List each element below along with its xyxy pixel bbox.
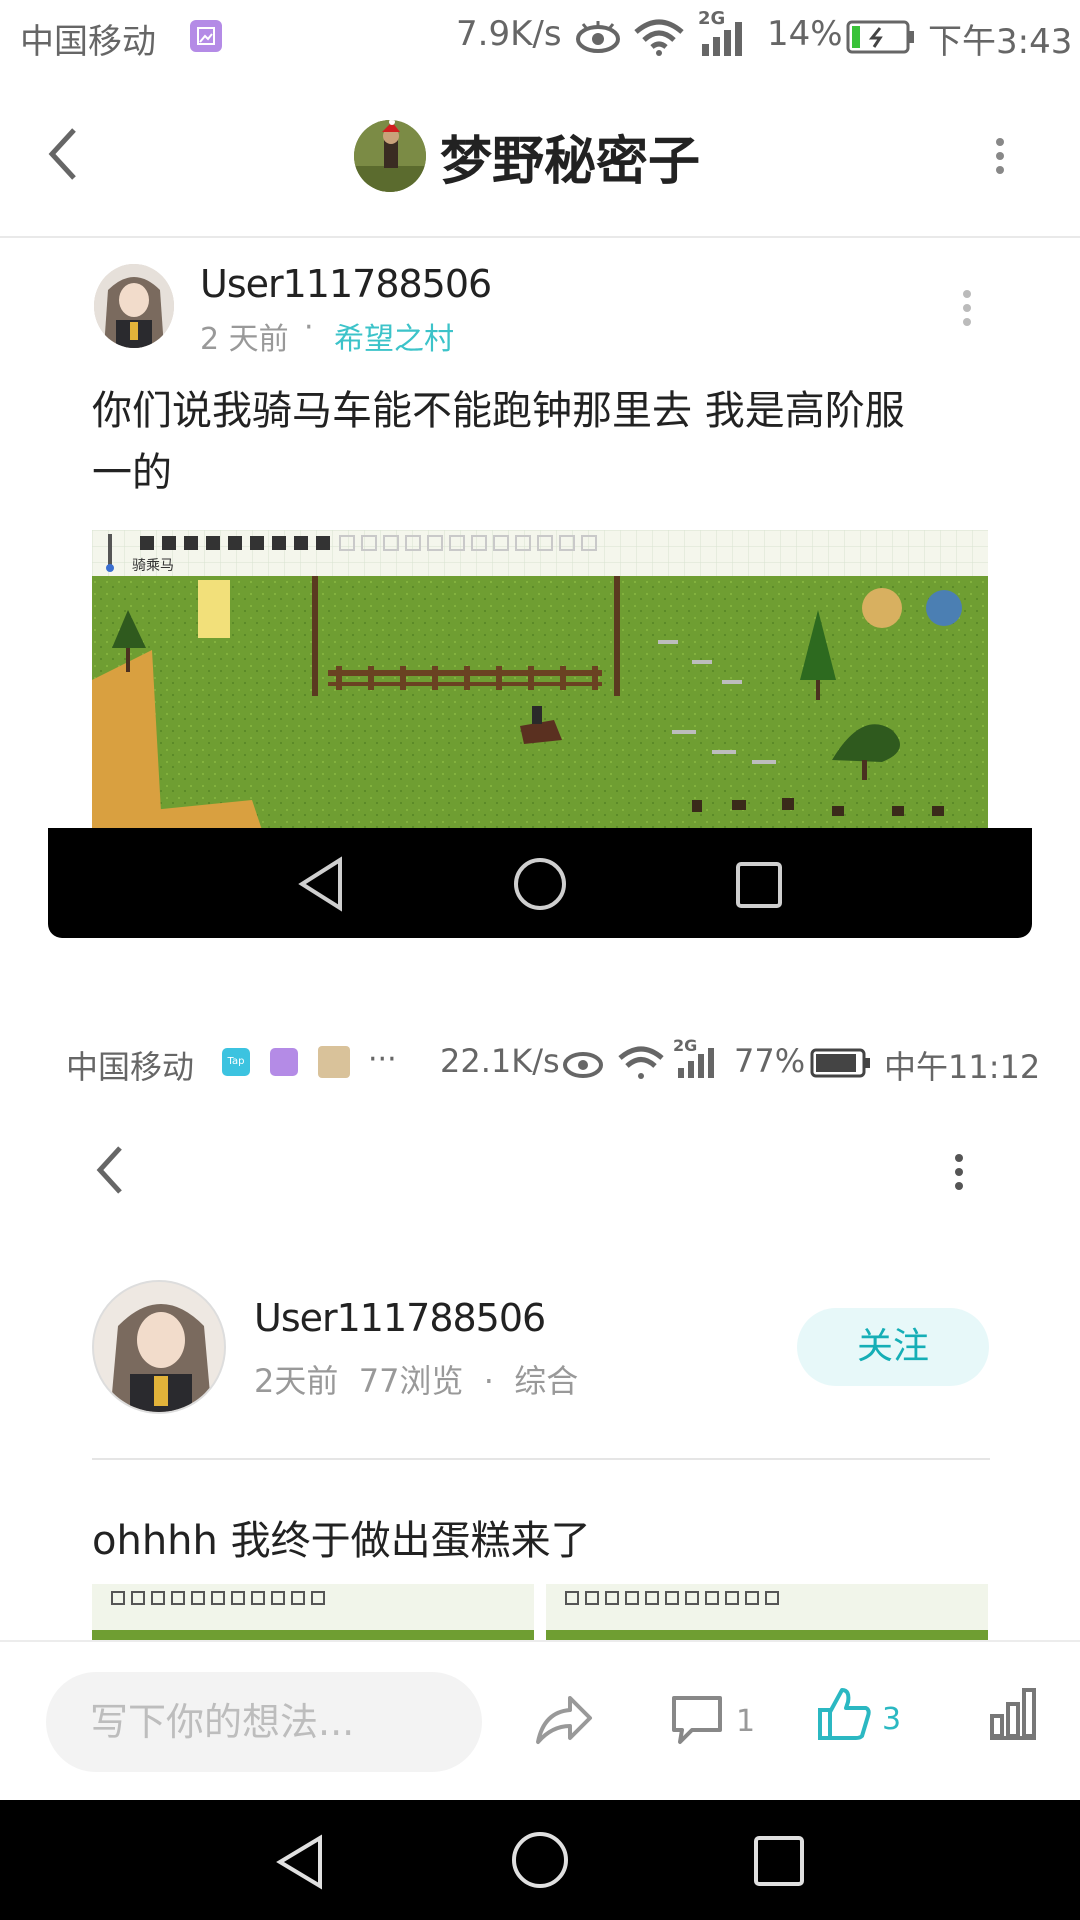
post-image-thumb[interactable] xyxy=(546,1584,988,1640)
share-icon[interactable] xyxy=(534,1694,594,1750)
battery-icon xyxy=(810,1048,872,1082)
post-time: 2 天前 xyxy=(200,322,289,357)
post-meta: 2天前 77浏览 · 综合 xyxy=(254,1362,579,1400)
more-notifications-icon: ··· xyxy=(368,1042,397,1077)
inner-battery-percent: 77% xyxy=(734,1042,806,1080)
comment-input[interactable]: 写下你的想法... xyxy=(46,1672,482,1772)
nav-back-icon[interactable] xyxy=(296,856,346,916)
post-author[interactable]: User111788506 xyxy=(200,262,492,306)
comment-icon[interactable] xyxy=(670,1692,724,1750)
post-image[interactable]: 骑乘马 xyxy=(92,530,988,830)
inner-net-speed: 22.1K/s xyxy=(440,1042,560,1080)
post-text: ohhhh 我终于做出蛋糕来了 xyxy=(92,1518,591,1564)
gallery-icon xyxy=(190,20,222,52)
nav-recents-icon[interactable] xyxy=(734,860,784,914)
back-arrow-icon[interactable] xyxy=(44,126,84,186)
post-text-line-1: 你们说我骑马车能不能跑钟那里去 我是高阶服 xyxy=(92,388,905,434)
stats-icon[interactable] xyxy=(986,1686,1040,1746)
taptap-icon: Tap xyxy=(222,1048,250,1076)
post-more-icon[interactable] xyxy=(958,284,976,332)
post-text-line-2: 一的 xyxy=(92,450,172,496)
more-vertical-icon[interactable] xyxy=(950,1148,968,1196)
nav-recents-icon[interactable] xyxy=(752,1834,806,1892)
nav-back-icon[interactable] xyxy=(272,1832,328,1896)
top-header: 梦野秘密子 xyxy=(0,72,1080,238)
post-topic-tag[interactable]: 希望之村 xyxy=(334,314,454,358)
divider xyxy=(92,1458,990,1460)
back-arrow-icon[interactable] xyxy=(92,1144,128,1200)
more-vertical-icon[interactable] xyxy=(990,132,1010,180)
avatar[interactable] xyxy=(94,264,174,348)
eye-icon xyxy=(560,1046,606,1084)
wifi-icon xyxy=(632,16,686,60)
gallery-icon xyxy=(270,1048,298,1076)
wifi-icon xyxy=(616,1044,666,1084)
comment-count: 1 xyxy=(736,1704,756,1739)
bottom-action-bar: 写下你的想法... 1 3 xyxy=(0,1640,1080,1800)
battery-percent: 14% xyxy=(767,14,843,54)
clock: 下午3:43 xyxy=(928,22,1073,62)
post-image-thumb[interactable] xyxy=(92,1584,534,1640)
inner-carrier: 中国移动 xyxy=(66,1048,195,1086)
eye-icon xyxy=(573,18,623,60)
nav-home-icon[interactable] xyxy=(510,1830,570,1894)
post-author[interactable]: User111788506 xyxy=(254,1296,546,1340)
status-bar: 中国移动 7.9K/s 2G 14% 下午3:43 xyxy=(0,0,1080,72)
thumbs-up-icon[interactable] xyxy=(816,1686,872,1746)
battery-icon xyxy=(846,20,916,58)
nav-home-icon[interactable] xyxy=(512,856,568,916)
system-nav-bar xyxy=(0,1800,1080,1920)
carrier-label: 中国移动 xyxy=(20,22,156,62)
post-body: 你们说我骑马车能不能跑钟那里去 我是高阶服 一的 xyxy=(92,380,992,504)
inner-clock: 中午11:12 xyxy=(884,1048,1041,1086)
signal-icon xyxy=(702,22,750,60)
app-thumb-icon xyxy=(318,1046,350,1078)
like-count: 3 xyxy=(882,1702,902,1737)
separator-dot: · xyxy=(304,310,314,345)
follow-button[interactable]: 关注 xyxy=(797,1308,989,1386)
net-speed: 7.9K/s xyxy=(456,14,562,54)
game-label: 骑乘马 xyxy=(132,558,174,574)
page-title: 梦野秘密子 xyxy=(440,132,701,192)
group-avatar[interactable] xyxy=(354,120,426,192)
signal-icon xyxy=(678,1048,720,1082)
avatar[interactable] xyxy=(92,1280,226,1414)
